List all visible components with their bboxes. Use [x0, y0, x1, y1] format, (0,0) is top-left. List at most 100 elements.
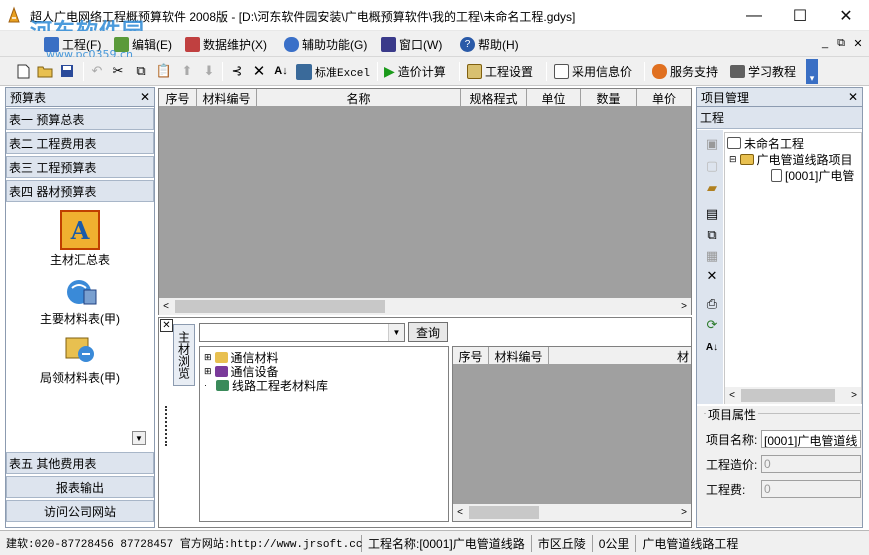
- service-support-button[interactable]: 服务支持: [652, 62, 718, 81]
- insert-row-icon[interactable]: ⊰: [229, 63, 245, 79]
- refresh-icon[interactable]: ⟳: [702, 315, 722, 335]
- table-3-button[interactable]: 表三 工程预算表: [6, 156, 154, 178]
- col-material-code[interactable]: 材料编号: [197, 89, 257, 107]
- scroll-down-button[interactable]: ▼: [132, 431, 146, 445]
- material-grid[interactable]: 序号 材料编号 材 < >: [452, 346, 692, 522]
- move-down-icon[interactable]: ⬇: [201, 63, 217, 79]
- scroll-left-icon[interactable]: <: [453, 507, 467, 518]
- cut-icon[interactable]: ✂: [110, 63, 126, 79]
- material-tree[interactable]: ⊞ 通信材料 ⊞ 通信设备 · 线路工程老材料库: [199, 346, 449, 522]
- project-panel-title: 项目管理: [701, 90, 750, 105]
- scroll-right-icon[interactable]: >: [677, 301, 691, 312]
- open-folder-icon[interactable]: ▰: [702, 178, 722, 198]
- report-output-button[interactable]: 报表输出: [6, 476, 154, 498]
- bureau-materials-icon[interactable]: [64, 334, 96, 366]
- materials-icon[interactable]: [64, 276, 98, 308]
- close-budget-panel-icon[interactable]: ✕: [140, 90, 150, 104]
- close-window-button[interactable]: ✕: [823, 0, 869, 31]
- scroll-thumb[interactable]: [741, 389, 835, 402]
- table-2-button[interactable]: 表二 工程费用表: [6, 132, 154, 154]
- menu-auxiliary[interactable]: 辅助功能(G): [284, 35, 367, 53]
- summary-table-label[interactable]: 主材汇总表: [6, 251, 154, 268]
- budget-grid[interactable]: 序号 材料编号 名称 规格程式 单位 数量 单价 < >: [158, 88, 692, 315]
- tree-item-pipeline[interactable]: ⊟ 广电管道线路项目: [729, 152, 853, 167]
- mdi-restore-button[interactable]: ⧉: [834, 37, 848, 50]
- table-4-button[interactable]: 表四 器材预算表: [6, 180, 154, 202]
- tab-material-browse[interactable]: 主材浏览: [173, 324, 195, 386]
- table-5-button[interactable]: 表五 其他费用表: [6, 452, 154, 474]
- splitter-grip[interactable]: [165, 406, 168, 446]
- project-tree[interactable]: 未命名工程 ⊟ 广电管道线路项目 [0001]广电管 < >: [724, 132, 862, 404]
- sort-icon[interactable]: A↓: [273, 63, 289, 79]
- new-file-icon[interactable]: [15, 63, 31, 79]
- scroll-right-icon[interactable]: >: [677, 507, 691, 518]
- delete-icon[interactable]: ✕: [251, 63, 267, 80]
- undo-icon[interactable]: ↶: [89, 63, 105, 79]
- tree-root-project[interactable]: 未命名工程: [727, 136, 804, 151]
- col-seq[interactable]: 序号: [159, 89, 197, 107]
- summary-icon[interactable]: A: [60, 210, 100, 250]
- tutorial-button[interactable]: 学习教程: [730, 62, 796, 81]
- save-icon[interactable]: [59, 63, 75, 79]
- paste-icon[interactable]: 📋: [156, 63, 172, 79]
- mdi-close-button[interactable]: ✕: [851, 37, 865, 50]
- query-button[interactable]: 查询: [408, 322, 448, 342]
- scroll-left-icon[interactable]: <: [725, 390, 739, 401]
- col-spec[interactable]: 规格程式: [461, 89, 527, 107]
- maximize-button[interactable]: ☐: [777, 0, 823, 31]
- material-search-combo[interactable]: ▼: [199, 323, 405, 342]
- col-seq[interactable]: 序号: [453, 347, 489, 365]
- col-material[interactable]: 材: [549, 347, 691, 365]
- project-settings-button[interactable]: 工程设置: [467, 62, 533, 81]
- move-up-icon[interactable]: ⬆: [179, 63, 195, 79]
- col-name[interactable]: 名称: [257, 89, 461, 107]
- aux-menu-icon: [284, 36, 299, 52]
- mdi-minimize-button[interactable]: _: [818, 37, 832, 49]
- main-materials-label[interactable]: 主要材料表(甲): [6, 310, 154, 327]
- grid-header: 序号 材料编号 名称 规格程式 单位 数量 单价: [159, 89, 691, 107]
- close-browser-icon[interactable]: ✕: [160, 319, 173, 332]
- table-1-button[interactable]: 表一 预算总表: [6, 108, 154, 130]
- menu-window[interactable]: 窗口(W): [381, 35, 442, 53]
- scroll-right-icon[interactable]: >: [847, 390, 861, 401]
- col-material-code[interactable]: 材料编号: [489, 347, 549, 365]
- tree-item-leaf[interactable]: [0001]广电管: [771, 168, 854, 183]
- project-name-field[interactable]: [0001]广电管道线: [761, 430, 861, 448]
- project-fee-field[interactable]: 0: [761, 480, 861, 498]
- cost-calc-button[interactable]: ▶ 造价计算: [384, 62, 446, 81]
- project-cost-field[interactable]: 0: [761, 455, 861, 473]
- new-item-icon[interactable]: ▢: [702, 156, 722, 176]
- visit-website-button[interactable]: 访问公司网站: [6, 500, 154, 522]
- material-browser: ✕ 主材浏览 ▼ 查询 ⊞ 通信材料 ⊞ 通信设备 · 线路工程老材料库 序号 …: [158, 317, 692, 528]
- close-project-panel-icon[interactable]: ✕: [848, 90, 858, 104]
- delete-icon[interactable]: ✕: [702, 266, 722, 286]
- col-quantity[interactable]: 数量: [581, 89, 637, 107]
- print-icon[interactable]: ⎙: [702, 294, 722, 314]
- paste-icon[interactable]: ▦: [702, 246, 722, 266]
- bureau-materials-label[interactable]: 局领材料表(甲): [6, 369, 154, 386]
- add-project-icon[interactable]: ▣: [702, 134, 722, 154]
- material-hscrollbar[interactable]: < >: [453, 504, 691, 521]
- toolbar-overflow-button[interactable]: ▾: [806, 59, 818, 84]
- menu-help[interactable]: ? 帮助(H): [460, 35, 519, 53]
- standard-excel-button[interactable]: 标准Excel: [296, 62, 370, 81]
- menu-data-maintenance[interactable]: 数据维护(X): [185, 35, 267, 53]
- dropdown-arrow-icon[interactable]: ▼: [388, 324, 404, 341]
- edit-doc-icon[interactable]: ▤: [702, 204, 722, 224]
- copy-icon[interactable]: ⧉: [702, 225, 722, 245]
- sort-icon[interactable]: A↓: [702, 337, 722, 357]
- use-info-price-button[interactable]: 采用信息价: [554, 62, 632, 81]
- col-unit[interactable]: 单位: [527, 89, 581, 107]
- col-unit-price[interactable]: 单价: [637, 89, 691, 107]
- menu-edit-label: 编辑(E): [132, 37, 172, 52]
- scroll-thumb[interactable]: [469, 506, 539, 519]
- scroll-left-icon[interactable]: <: [159, 301, 173, 312]
- scroll-thumb[interactable]: [175, 300, 385, 313]
- grid-hscrollbar[interactable]: < >: [159, 298, 691, 315]
- tree-hscrollbar[interactable]: < >: [725, 387, 861, 404]
- tree-item-old-materials[interactable]: · 线路工程老材料库: [204, 378, 444, 393]
- open-folder-icon[interactable]: [37, 63, 53, 79]
- minimize-button[interactable]: —: [731, 0, 777, 31]
- copy-icon[interactable]: ⧉: [133, 63, 149, 79]
- tab-project[interactable]: 工程: [697, 107, 862, 129]
